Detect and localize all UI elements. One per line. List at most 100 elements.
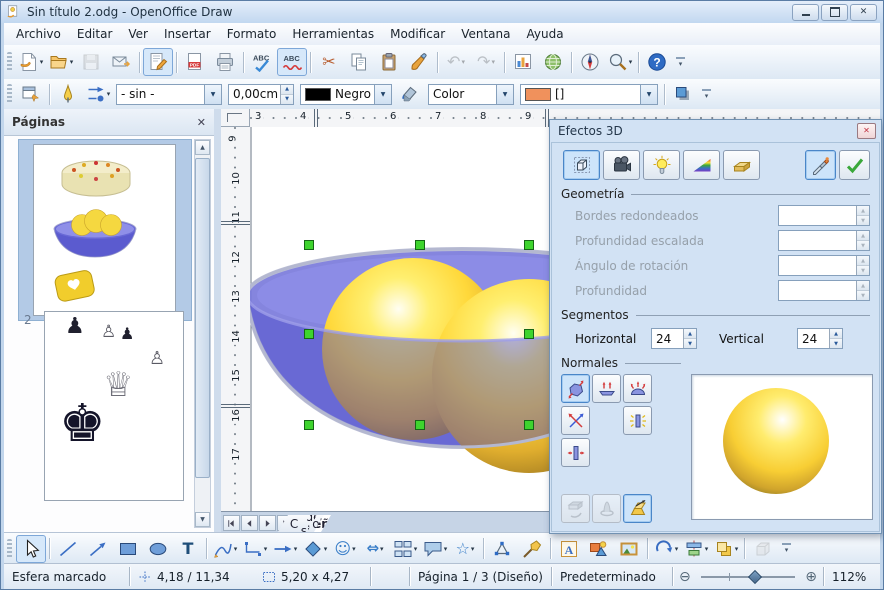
curve-button[interactable]: ▾ <box>210 535 240 563</box>
text-button[interactable]: T <box>173 535 203 563</box>
menu-modificar[interactable]: Modificar <box>382 24 453 44</box>
dropdown-arrow-icon[interactable]: ▾ <box>40 58 44 66</box>
block-arrows-button[interactable]: ⇔▾ <box>360 535 390 563</box>
hyperlink-globe-button[interactable] <box>538 48 568 76</box>
dropdown-arrow-icon[interactable]: ▾ <box>461 58 465 66</box>
rectangle-button[interactable] <box>113 535 143 563</box>
fontwork-button[interactable]: A <box>554 535 584 563</box>
vertical-ruler[interactable]: 91011121314151617 <box>221 127 251 512</box>
dropdown-arrow-icon[interactable]: ▾ <box>70 58 74 66</box>
selection-handle[interactable] <box>416 421 425 430</box>
dropdown-arrow-icon[interactable]: ▾ <box>107 90 111 98</box>
combo-dropdown-icon[interactable]: ▼ <box>640 85 657 104</box>
toolbar-options-button[interactable]: ▾ <box>676 57 685 68</box>
combo-dropdown-icon[interactable]: ▼ <box>374 85 391 104</box>
zoom-out-button[interactable]: ⊖ <box>679 570 691 584</box>
menu-insertar[interactable]: Insertar <box>156 24 219 44</box>
first-page-button[interactable] <box>223 515 240 531</box>
minimize-button[interactable] <box>792 4 819 21</box>
line-style-combo[interactable]: - sin - ▼ <box>116 84 222 105</box>
menu-editar[interactable]: Editar <box>69 24 121 44</box>
line-button[interactable] <box>53 80 83 108</box>
selection-handle[interactable] <box>305 421 314 430</box>
shadow-button[interactable] <box>668 80 698 108</box>
dropdown-arrow-icon[interactable]: ▾ <box>294 545 298 553</box>
star-shapes-button[interactable]: ☆▾ <box>450 535 480 563</box>
arrows-button[interactable]: ▾ <box>270 535 300 563</box>
previous-page-button[interactable] <box>241 515 258 531</box>
scrollbar-thumb[interactable] <box>195 158 210 478</box>
zoom-slider[interactable] <box>701 576 796 578</box>
invert-normals-button[interactable] <box>561 406 590 435</box>
zoom-magnifier-button[interactable]: ▾ <box>605 48 635 76</box>
double-sided-button[interactable] <box>561 438 590 467</box>
illumination-bulb-button[interactable] <box>643 150 680 180</box>
spellcheck-button[interactable]: ABC <box>247 48 277 76</box>
menu-ayuda[interactable]: Ayuda <box>518 24 571 44</box>
symbol-shapes-button[interactable]: ☺▾ <box>330 535 360 563</box>
new-doc-button[interactable]: ▾ <box>16 48 46 76</box>
menu-formato[interactable]: Formato <box>219 24 285 44</box>
line-button[interactable] <box>53 535 83 563</box>
toolbar-grip[interactable] <box>7 52 12 72</box>
navigator-compass-button[interactable] <box>575 48 605 76</box>
panel-splitter[interactable] <box>214 109 221 532</box>
alignment-button[interactable]: ▾ <box>681 535 711 563</box>
fill-style-button[interactable] <box>395 80 425 108</box>
styles-button[interactable] <box>16 80 46 108</box>
combo-dropdown-icon[interactable]: ▼ <box>204 85 221 104</box>
basic-shapes-button[interactable]: ▾ <box>300 535 330 563</box>
effects-3d-titlebar[interactable]: Efectos 3D ✕ <box>550 120 881 141</box>
dropdown-arrow-icon[interactable]: ▾ <box>735 545 739 553</box>
pages-scrollbar[interactable]: ▲ ▼ <box>194 139 211 528</box>
selection-handle[interactable] <box>525 241 534 250</box>
arrange-button[interactable]: ▾ <box>711 535 741 563</box>
dropdown-arrow-icon[interactable]: ▾ <box>414 545 418 553</box>
rotate-button[interactable]: ▾ <box>651 535 681 563</box>
cut-button[interactable]: ✂ <box>314 48 344 76</box>
selection-handle[interactable] <box>525 421 534 430</box>
status-page[interactable]: Página 1 / 3 (Diseño) <box>410 564 551 589</box>
horizontal-segments-spinner[interactable]: 24 ▲▼ <box>651 328 697 349</box>
close-button[interactable]: ✕ <box>850 4 877 21</box>
callout-shapes-button[interactable]: ▾ <box>420 535 450 563</box>
dropdown-arrow-icon[interactable]: ▾ <box>491 58 495 66</box>
two-sided-illumination-button[interactable] <box>623 406 652 435</box>
print-button[interactable] <box>210 48 240 76</box>
dropdown-arrow-icon[interactable]: ▾ <box>675 545 679 553</box>
spinner-arrows[interactable]: ▲▼ <box>829 329 842 348</box>
status-page-style[interactable]: Predeterminado <box>552 564 672 589</box>
perspective-button[interactable] <box>623 494 652 523</box>
zoom-slider-thumb[interactable] <box>748 569 762 583</box>
shading-camera-button[interactable] <box>603 150 640 180</box>
toolbar-grip[interactable] <box>7 84 12 104</box>
scroll-up-button[interactable]: ▲ <box>195 140 210 155</box>
insert-chart-button[interactable] <box>508 48 538 76</box>
assign-dropper-button[interactable] <box>805 150 836 180</box>
toolbar-grip[interactable] <box>7 539 12 559</box>
edit-file-button[interactable] <box>143 48 173 76</box>
help-button[interactable]: ? <box>642 48 672 76</box>
copy-button[interactable] <box>344 48 374 76</box>
flowchart-shapes-button[interactable]: ▾ <box>390 535 420 563</box>
dropdown-arrow-icon[interactable]: ▾ <box>629 58 633 66</box>
select-arrow-button[interactable] <box>16 535 46 563</box>
dropdown-arrow-icon[interactable]: ▾ <box>234 545 238 553</box>
spinner-arrows[interactable]: ▲▼ <box>683 329 696 348</box>
object-normals-button[interactable] <box>561 374 590 403</box>
spinner-arrows[interactable]: ▲▼ <box>280 85 293 104</box>
dropdown-arrow-icon[interactable]: ▾ <box>471 545 475 553</box>
selection-handle[interactable] <box>525 330 534 339</box>
dropdown-arrow-icon[interactable]: ▾ <box>380 545 384 553</box>
zoom-in-button[interactable]: ⊕ <box>805 570 817 584</box>
close-pages-panel-button[interactable]: ✕ <box>197 116 206 129</box>
vertical-segments-spinner[interactable]: 24 ▲▼ <box>797 328 843 349</box>
line-arrow-end-button[interactable] <box>83 535 113 563</box>
autospellcheck-button[interactable]: ABC <box>277 48 307 76</box>
selection-handle[interactable] <box>305 241 314 250</box>
arrow-style-button[interactable]: ▾ <box>83 80 113 108</box>
menu-ventana[interactable]: Ventana <box>453 24 518 44</box>
dropdown-arrow-icon[interactable]: ▾ <box>352 545 356 553</box>
format-paintbrush-button[interactable] <box>404 48 434 76</box>
connector-button[interactable]: ▾ <box>240 535 270 563</box>
